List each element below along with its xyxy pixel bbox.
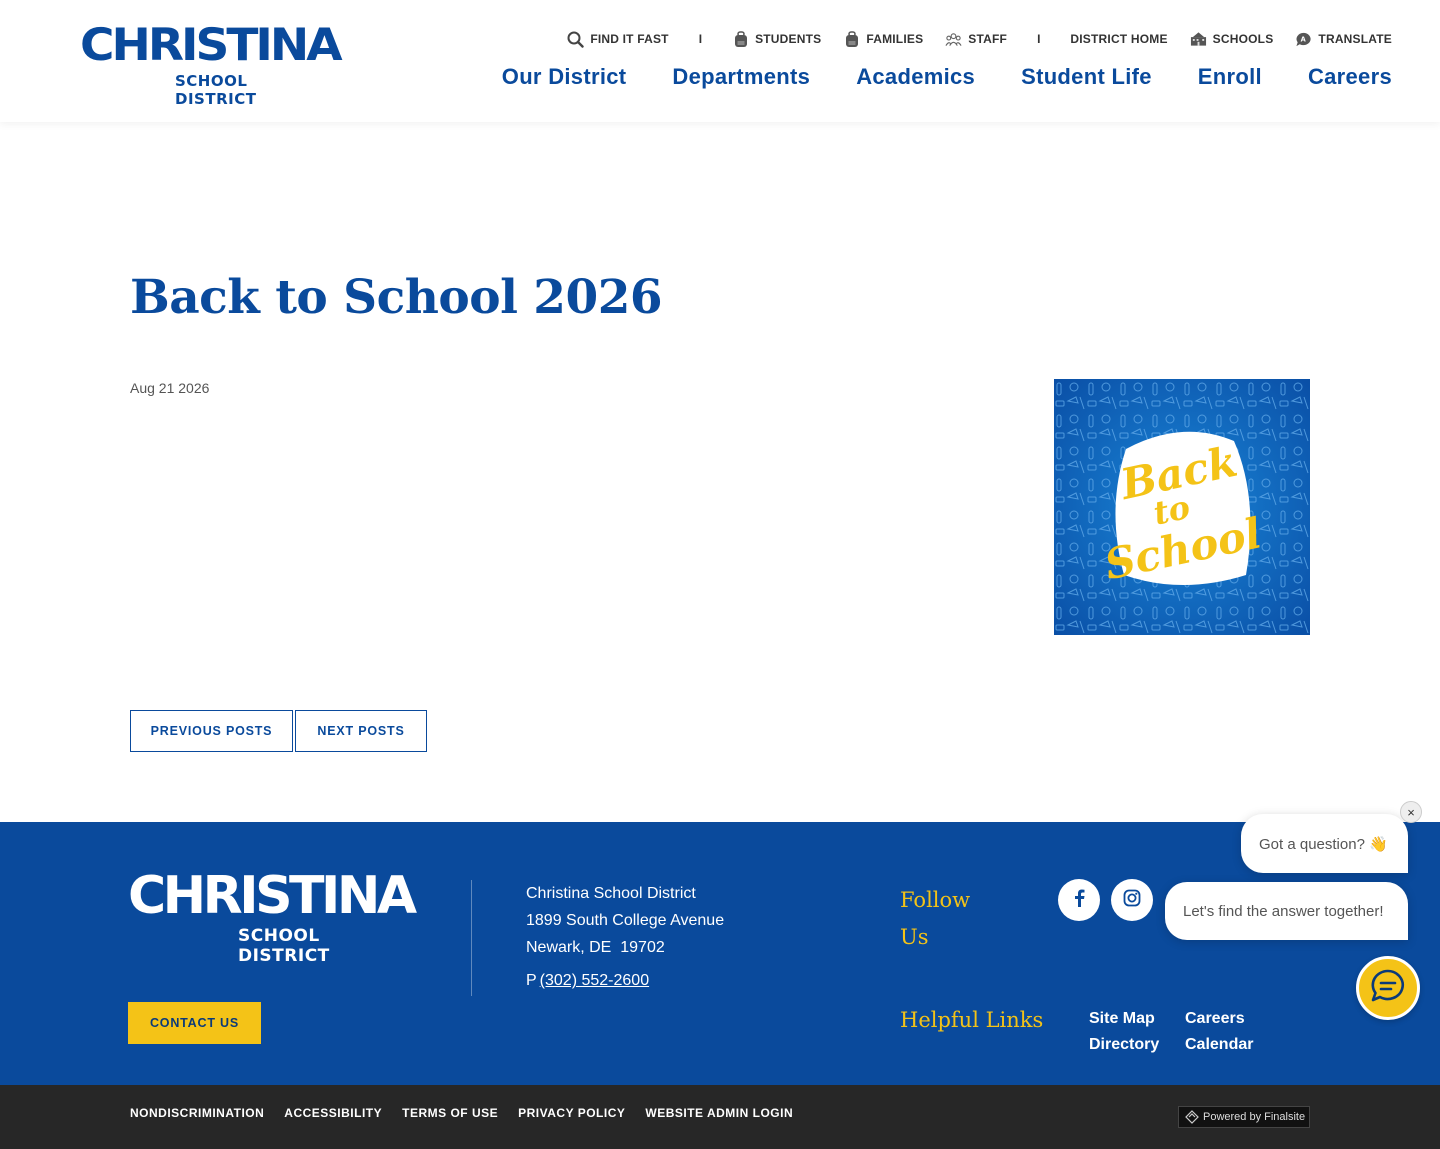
- link-nondiscrimination[interactable]: NONDISCRIMINATION: [130, 1106, 264, 1120]
- nav-careers[interactable]: Careers: [1308, 64, 1392, 90]
- schools-link[interactable]: SCHOOLS: [1190, 31, 1274, 48]
- find-it-fast-label: FIND IT FAST: [590, 32, 669, 46]
- link-site-map[interactable]: Site Map: [1089, 1010, 1185, 1028]
- search-icon: [567, 31, 585, 48]
- follow-us-heading: Follow Us: [900, 888, 971, 949]
- chat-prompt-text: Let's find the answer together!: [1183, 902, 1384, 920]
- nav-academics[interactable]: Academics: [856, 64, 975, 90]
- chat-prompt-bubble[interactable]: Let's find the answer together!: [1165, 882, 1408, 940]
- staff-label: STAFF: [968, 32, 1008, 46]
- helpful-links-heading: Helpful Links: [900, 1008, 1044, 1032]
- facebook-icon: [1072, 889, 1086, 912]
- nav-our-district[interactable]: Our District: [502, 64, 627, 90]
- legal-links: NONDISCRIMINATION ACCESSIBILITY TERMS OF…: [130, 1106, 813, 1120]
- svg-text:A: A: [1301, 35, 1307, 43]
- link-accessibility[interactable]: ACCESSIBILITY: [284, 1106, 382, 1120]
- school-building-icon: [1190, 31, 1207, 48]
- nav-departments[interactable]: Departments: [672, 64, 810, 90]
- families-label: FAMILIES: [866, 32, 924, 46]
- chat-greeting-text: Got a question? 👋: [1259, 835, 1388, 853]
- students-link[interactable]: STUDENTS: [732, 30, 822, 48]
- schools-label: SCHOOLS: [1212, 32, 1274, 46]
- district-home-link[interactable]: DISTRICT HOME: [1070, 32, 1167, 46]
- utility-separator: I: [1037, 32, 1041, 46]
- instagram-icon: [1123, 889, 1141, 912]
- chat-bubble-icon: [1370, 968, 1406, 1009]
- address-line-street: 1899 South College Avenue: [526, 912, 725, 929]
- powered-by-label: Powered by Finalsite: [1203, 1111, 1306, 1123]
- logo-wordmark: CHRISTINA: [80, 19, 343, 72]
- next-posts-button[interactable]: NEXT POSTS: [295, 710, 427, 752]
- nav-student-life[interactable]: Student Life: [1021, 64, 1152, 90]
- powered-by-badge[interactable]: Powered by Finalsite: [1178, 1106, 1310, 1128]
- main-nav: Our District Departments Academics Stude…: [502, 64, 1392, 90]
- chat-close-button[interactable]: ×: [1400, 801, 1422, 823]
- facebook-link[interactable]: [1058, 879, 1100, 921]
- footer-address: Christina School District 1899 South Col…: [526, 880, 724, 961]
- find-it-fast-link[interactable]: FIND IT FAST: [567, 31, 669, 48]
- logo-subtitle: SCHOOL DISTRICT: [175, 72, 257, 108]
- chat-launcher-button[interactable]: [1356, 956, 1420, 1020]
- address-line-city: Newark, DE 19702: [526, 939, 665, 956]
- finalsite-logo-icon: [1185, 1110, 1199, 1124]
- link-website-admin-login[interactable]: WEBSITE ADMIN LOGIN: [645, 1106, 793, 1120]
- social-links: [1058, 879, 1164, 921]
- site-footer: CHRISTINA SCHOOL DISTRICT CONTACT US Chr…: [0, 822, 1440, 1085]
- families-link[interactable]: FAMILIES: [843, 30, 924, 48]
- footer-divider: [471, 880, 472, 996]
- nav-enroll[interactable]: Enroll: [1198, 64, 1262, 90]
- previous-posts-button[interactable]: PREVIOUS POSTS: [130, 710, 293, 752]
- helpful-links: Site Map Careers Directory Calendar: [1089, 1010, 1281, 1054]
- phone-prefix: P: [526, 972, 537, 989]
- translate-chat-icon: A: [1295, 31, 1312, 48]
- chat-greeting-bubble[interactable]: Got a question? 👋: [1241, 814, 1408, 873]
- link-privacy-policy[interactable]: PRIVACY POLICY: [518, 1106, 625, 1120]
- address-line-name: Christina School District: [526, 885, 696, 902]
- footer-logo-subtitle: SCHOOL DISTRICT: [238, 926, 330, 966]
- site-header: CHRISTINA SCHOOL DISTRICT FIND IT FAST I…: [0, 0, 1440, 122]
- phone-link[interactable]: (302) 552-2600: [540, 972, 649, 989]
- post-pager: PREVIOUS POSTS NEXT POSTS: [130, 710, 427, 752]
- legal-bar: NONDISCRIMINATION ACCESSIBILITY TERMS OF…: [0, 1085, 1440, 1149]
- district-logo[interactable]: CHRISTINA SCHOOL DISTRICT: [80, 23, 343, 108]
- contact-us-button[interactable]: CONTACT US: [128, 1002, 261, 1044]
- backpack-icon: [732, 30, 749, 48]
- post-image: Back to School: [1054, 379, 1310, 635]
- students-label: STUDENTS: [755, 32, 822, 46]
- link-terms-of-use[interactable]: TERMS OF USE: [402, 1106, 498, 1120]
- translate-label: TRANSLATE: [1318, 32, 1392, 46]
- footer-logo[interactable]: CHRISTINA SCHOOL DISTRICT: [128, 870, 417, 966]
- utility-nav: FIND IT FAST I STUDENTS FAMILIES STAFF I…: [567, 30, 1392, 48]
- page-title: Back to School 2026: [130, 270, 663, 325]
- link-directory[interactable]: Directory: [1089, 1036, 1185, 1054]
- footer-logo-wordmark: CHRISTINA: [128, 866, 417, 926]
- staff-link[interactable]: STAFF: [945, 31, 1007, 48]
- district-home-label: DISTRICT HOME: [1070, 32, 1168, 46]
- footer-phone: P (302) 552-2600: [526, 972, 649, 990]
- people-icon: [945, 31, 962, 48]
- post-date: Aug 21 2026: [130, 380, 210, 396]
- utility-separator: I: [698, 32, 703, 46]
- instagram-link[interactable]: [1111, 879, 1153, 921]
- translate-link[interactable]: A TRANSLATE: [1295, 31, 1392, 48]
- backpack-icon: [843, 30, 860, 48]
- link-careers[interactable]: Careers: [1185, 1010, 1281, 1028]
- link-calendar[interactable]: Calendar: [1185, 1036, 1281, 1054]
